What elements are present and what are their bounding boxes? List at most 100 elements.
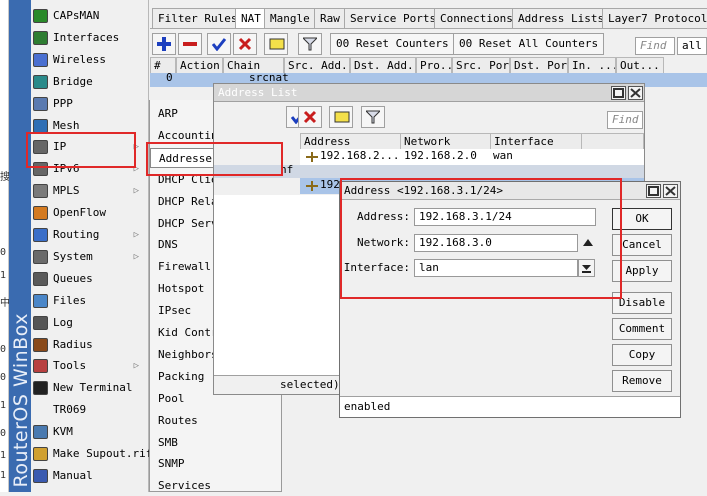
edge-glyph: 1 [0,470,7,481]
menu-item-queues[interactable]: Queues [31,269,149,289]
submenu-item-snmp[interactable]: SNMP [150,454,281,474]
dialog-close-button[interactable] [663,184,678,198]
close-icon [630,88,641,98]
menu-item-label: Interfaces [53,30,120,44]
nat-col-header[interactable]: Src. Add... [284,57,350,74]
highlight-ip-menu [26,132,136,168]
note-icon [334,111,350,123]
menu-item-capsman[interactable]: CAPsMAN [31,6,149,26]
menu-item-label: Log [53,315,73,329]
nat-col-header[interactable]: In. ... [568,57,616,74]
alist-col-network[interactable]: Network [400,133,491,150]
tab-address-lists[interactable]: Address Lists [512,8,611,28]
menu-item-tr069[interactable]: TR069 [31,400,149,420]
manual-icon [33,468,48,483]
submenu-item-services[interactable]: Services [150,476,281,496]
menu-item-ppp[interactable]: PPP [31,94,149,114]
tools-icon [33,359,48,374]
menu-item-label: PPP [53,96,73,110]
comment-button[interactable] [264,33,288,55]
close-icon [665,186,676,196]
edge-glyph: 0 [0,247,7,258]
alist-col-address[interactable]: Address [300,133,401,150]
menu-item-label: Radius [53,337,93,351]
alist-disable-button[interactable] [298,106,322,128]
nat-col-header[interactable]: Action [176,57,223,74]
comment-button[interactable]: Comment [612,318,672,340]
tab-filter-rules[interactable]: Filter Rules [152,8,244,28]
submenu-item-smb[interactable]: SMB [150,433,281,453]
menu-item-new-terminal[interactable]: New Terminal [31,378,149,398]
menu-item-manual[interactable]: Manual [31,466,149,486]
menu-item-radius[interactable]: Radius [31,335,149,355]
menu-item-make-supout-rif[interactable]: Make Supout.rif [31,444,153,464]
menu-item-kvm[interactable]: KVM [31,422,149,442]
mesh-icon [33,118,48,133]
tab-nat[interactable]: NAT [235,8,267,29]
highlight-addresses-item [146,142,283,176]
table-row[interactable]: 192.168.2... 192.168.2.0 wan [300,149,644,165]
disable-button[interactable] [233,33,257,55]
menu-item-log[interactable]: Log [31,313,149,333]
edge-glyph: 0 [0,428,7,439]
log-icon [33,315,48,330]
tab-layer7-protocols[interactable]: Layer7 Protocols [602,8,707,28]
menu-item-bridge[interactable]: Bridge [31,72,149,92]
dialog-maximize-button[interactable] [646,184,661,198]
menu-item-label: OpenFlow [53,206,106,220]
alist-col-interface[interactable]: Interface [490,133,582,150]
copy-button[interactable]: Copy [612,344,672,366]
nat-col-header[interactable]: Pro... [416,57,452,74]
bridge-icon [33,74,48,89]
alist-find-input[interactable]: Find [607,111,643,129]
reset-counters-button[interactable]: 00 Reset Counters [330,33,455,55]
find-input[interactable]: Find [635,37,675,55]
mpls-icon [33,184,48,199]
menu-item-label: Make Supout.rif [53,447,153,460]
interfaces-icon [33,30,48,45]
row-network: 192.168.2.0 [404,149,477,162]
menu-item-label: Tools [53,359,87,373]
tab-mangle[interactable]: Mangle [264,8,316,28]
menu-item-label: Routing [53,228,100,241]
tab-connections[interactable]: Connections [434,8,519,28]
funnel-icon [366,110,380,124]
plus-icon [157,37,171,51]
submenu-item-routes[interactable]: Routes [150,411,281,431]
nat-col-header[interactable]: Dst. Port [510,57,568,74]
menu-item-mpls[interactable]: MPLS ▷ [31,181,149,201]
menu-item-tools[interactable]: Tools ▷ [31,356,149,376]
wireless-icon [33,52,48,67]
reset-all-counters-button[interactable]: 00 Reset All Counters [453,33,605,55]
menu-item-routing[interactable]: Routing ▷ [31,225,149,245]
chevron-right-icon: ▷ [133,361,139,372]
row-address: 192.168.2... [320,149,400,162]
menu-item-system[interactable]: System ▷ [31,247,149,267]
dialog-status: enabled [340,396,680,417]
menu-item-label: CAPsMAN [53,9,100,22]
menu-item-files[interactable]: Files [31,291,149,311]
menu-item-label: Manual [53,468,93,482]
chevron-right-icon: ▷ [133,251,139,262]
menu-item-interfaces[interactable]: Interfaces [31,28,149,48]
nat-col-header[interactable]: Src. Port [452,57,510,74]
menu-item-wireless[interactable]: Wireless [31,50,149,70]
nat-col-header[interactable]: Dst. Add... [350,57,416,74]
maximize-button[interactable] [611,86,626,100]
menu-item-openflow[interactable]: OpenFlow [31,203,149,223]
filter-select[interactable]: all [677,37,707,55]
remove-button[interactable] [178,33,202,55]
remove-button[interactable]: Remove [612,370,672,392]
tab-raw[interactable]: Raw [314,8,346,28]
tab-service-ports[interactable]: Service Ports [344,8,443,28]
alist-filter-button[interactable] [361,106,385,128]
address-list-title: Address List [214,84,644,102]
enable-button[interactable] [207,33,231,55]
nat-col-header[interactable]: Out... [616,57,664,74]
alist-comment-button[interactable] [329,106,353,128]
menu-item-label: TR069 [53,403,87,417]
maximize-icon [648,186,659,196]
filter-button[interactable] [298,33,322,55]
close-button[interactable] [628,86,643,100]
add-button[interactable] [152,33,176,55]
